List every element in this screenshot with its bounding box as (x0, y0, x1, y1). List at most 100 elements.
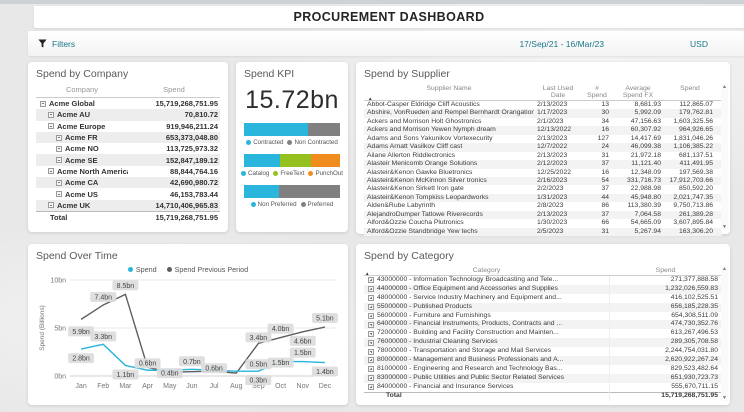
supplier-row[interactable]: Abbot-Casper Eldridge Cliff Acoustics2/1… (364, 101, 722, 109)
supplier-row[interactable]: Alasteir&Kenon Sirkett Iron gate2/2/2023… (364, 185, 722, 193)
expand-icon[interactable] (368, 340, 374, 346)
company-tree-row[interactable]: Acme North America88,844,764.16 (36, 166, 220, 177)
supplier-row[interactable]: Ackers and Morrison Yewen Nymph dream12/… (364, 126, 722, 134)
supplier-row[interactable]: Alford&Ozzie Coucha Plutronics1/30/20236… (364, 219, 722, 227)
expand-icon[interactable] (368, 331, 374, 337)
bar-segment-freetext[interactable] (280, 154, 312, 167)
company-tree-row[interactable]: Acme CA42,690,980.72 (36, 177, 220, 188)
scroll-up-icon[interactable]: ▲ (722, 84, 727, 90)
company-tree-row[interactable]: Acme US46,153,783.44 (36, 188, 220, 199)
company-tree-row[interactable]: Acme Europe919,946,211.24 (36, 121, 220, 132)
supplier-row[interactable]: Adams Arnatt Vasilkov Cliff cast12/7/202… (364, 143, 722, 151)
date-range-slicer[interactable]: 17/Sep/21 - 16/Mar/23 (519, 39, 604, 49)
column-header[interactable]: Company (36, 85, 128, 94)
supplier-row[interactable]: Alasteir Menicomb Orange Solutions2/12/2… (364, 160, 722, 168)
column-header[interactable]: Spend (128, 85, 220, 94)
collapse-icon[interactable] (40, 101, 46, 107)
collapse-icon[interactable] (48, 168, 54, 174)
collapse-icon[interactable] (56, 146, 62, 152)
supplier-row[interactable]: AlejandroDumper Tatlowe Riverecords2/13/… (364, 211, 722, 219)
supplier-row[interactable]: Alasteir&Kenon Tompkiss Leopardworks1/31… (364, 194, 722, 202)
category-row[interactable]: 78000000 - Transportation and Storage an… (364, 347, 722, 356)
legend-item[interactable]: Catalog (241, 170, 269, 177)
column-header[interactable]: Supplier Name (364, 85, 534, 99)
supplier-row[interactable]: Abshire, VonRueden and Rempel Bernhardt … (364, 109, 722, 117)
column-header[interactable]: Average Spend FX (612, 85, 664, 99)
filters-toggle[interactable]: Filters (38, 39, 75, 49)
collapse-icon[interactable] (48, 123, 54, 129)
collapse-icon[interactable] (56, 157, 62, 163)
collapse-icon[interactable] (56, 180, 62, 186)
expand-icon[interactable] (368, 349, 374, 355)
legend-item[interactable]: PunchOut (308, 170, 343, 177)
company-tree-row[interactable]: Acme UK14,710,406,965.83 (36, 200, 220, 211)
collapse-icon[interactable] (56, 191, 62, 197)
supplier-row[interactable]: Alden&Rube Labyrinth2/8/202386113,380.39… (364, 202, 722, 210)
scroll-down-icon[interactable]: ▼ (722, 224, 727, 230)
category-row[interactable]: 80000000 - Management and Business Profe… (364, 356, 722, 365)
legend-item[interactable]: Non Preferred (251, 201, 297, 208)
category-row[interactable]: 43000000 - Information Technology Broadc… (364, 276, 722, 285)
column-header[interactable]: Spend (609, 267, 722, 274)
column-header[interactable]: Spend (664, 85, 716, 99)
kpi-stacked-bar[interactable] (244, 123, 340, 136)
legend-item[interactable]: Non Contracted (287, 139, 337, 146)
category-row[interactable]: 81000000 - Engineering and Research and … (364, 365, 722, 374)
supplier-row[interactable]: Ackers and Morrison Holt Ghostronics2/1/… (364, 118, 722, 126)
expand-icon[interactable] (368, 366, 374, 372)
collapse-icon[interactable] (48, 202, 54, 208)
expand-icon[interactable] (368, 384, 374, 390)
company-tree-row[interactable]: Acme Global15,719,268,751.95 (36, 98, 220, 109)
column-header[interactable]: Category (364, 267, 609, 274)
category-row[interactable]: 72000000 - Building and Facility Constru… (364, 329, 722, 338)
company-tree-row[interactable]: Acme FR653,373,048.80 (36, 132, 220, 143)
category-row[interactable]: 84000000 - Financial and Insurance Servi… (364, 383, 722, 392)
expand-icon[interactable] (368, 357, 374, 363)
column-header[interactable]: # Spend (582, 85, 612, 99)
category-row[interactable]: 76000000 - Industrial Cleaning Services2… (364, 338, 722, 347)
legend-item-spend-previous-period[interactable]: Spend Previous Period (167, 265, 249, 274)
expand-icon[interactable] (368, 295, 374, 301)
vertical-scrollbar[interactable]: ▲ ▼ (721, 266, 728, 401)
category-row[interactable]: 55000000 - Published Products656,185,228… (364, 303, 722, 312)
expand-icon[interactable] (368, 322, 374, 328)
company-tree-row[interactable]: Acme AU70,810.72 (36, 109, 220, 120)
expand-icon[interactable] (368, 375, 374, 381)
collapse-icon[interactable] (48, 112, 54, 118)
scroll-down-icon[interactable]: ▼ (722, 395, 727, 401)
supplier-row[interactable]: Ailane Allerton Riddlectronics2/13/20233… (364, 152, 722, 160)
collapse-icon[interactable] (56, 135, 62, 141)
category-row[interactable]: 44000000 - Office Equipment and Accessor… (364, 285, 722, 294)
scroll-up-icon[interactable]: ▲ (722, 266, 727, 272)
legend-item[interactable]: Contracted (246, 139, 283, 146)
vertical-scrollbar[interactable]: ▲ ▼ (721, 84, 728, 230)
legend-item[interactable]: Preferred (301, 201, 334, 208)
bar-segment-non-preferred[interactable] (244, 185, 279, 198)
currency-slicer[interactable]: USD (690, 39, 708, 49)
line-chart[interactable]: 0bn5bn10bnSpend (Billions)JanFebMarAprMa… (36, 274, 340, 403)
bar-segment-punchout[interactable] (311, 154, 340, 167)
expand-icon[interactable] (368, 286, 374, 292)
category-row[interactable]: 64000000 - Financial Instruments, Produc… (364, 320, 722, 329)
supplier-row[interactable]: Alford&Ozzie Standbridge Yew techs2/5/20… (364, 228, 722, 236)
legend-item[interactable]: FreeText (273, 170, 304, 177)
kpi-stacked-bar[interactable] (244, 185, 340, 198)
supplier-row[interactable]: Alasteir&Kenon Gawke Bluetronics12/25/20… (364, 169, 722, 177)
bar-segment-catalog[interactable] (244, 154, 280, 167)
company-tree-row[interactable]: Acme NO113,725,973.32 (36, 143, 220, 154)
supplier-row[interactable]: Alasteir&Kenon McKinnon Silver tronics2/… (364, 177, 722, 185)
expand-icon[interactable] (368, 277, 374, 283)
supplier-row[interactable]: Adams and Sons Yakunikov Vortexecurity2/… (364, 135, 722, 143)
column-header[interactable]: Last Used Date (534, 85, 582, 99)
category-row[interactable]: 56000000 - Furniture and Furnishings654,… (364, 312, 722, 321)
category-row[interactable]: 48000000 - Service Industry Machinery an… (364, 294, 722, 303)
legend-item-spend[interactable]: Spend (128, 265, 157, 274)
category-row[interactable]: 83000000 - Public Utilities and Public S… (364, 374, 722, 383)
bar-segment-preferred[interactable] (279, 185, 340, 198)
bar-segment-contracted[interactable] (244, 123, 308, 136)
expand-icon[interactable] (368, 313, 374, 319)
company-tree-row[interactable]: Acme SE152,847,189.12 (36, 154, 220, 165)
expand-icon[interactable] (368, 304, 374, 310)
bar-segment-non-contracted[interactable] (308, 123, 340, 136)
kpi-stacked-bar[interactable] (244, 154, 340, 167)
